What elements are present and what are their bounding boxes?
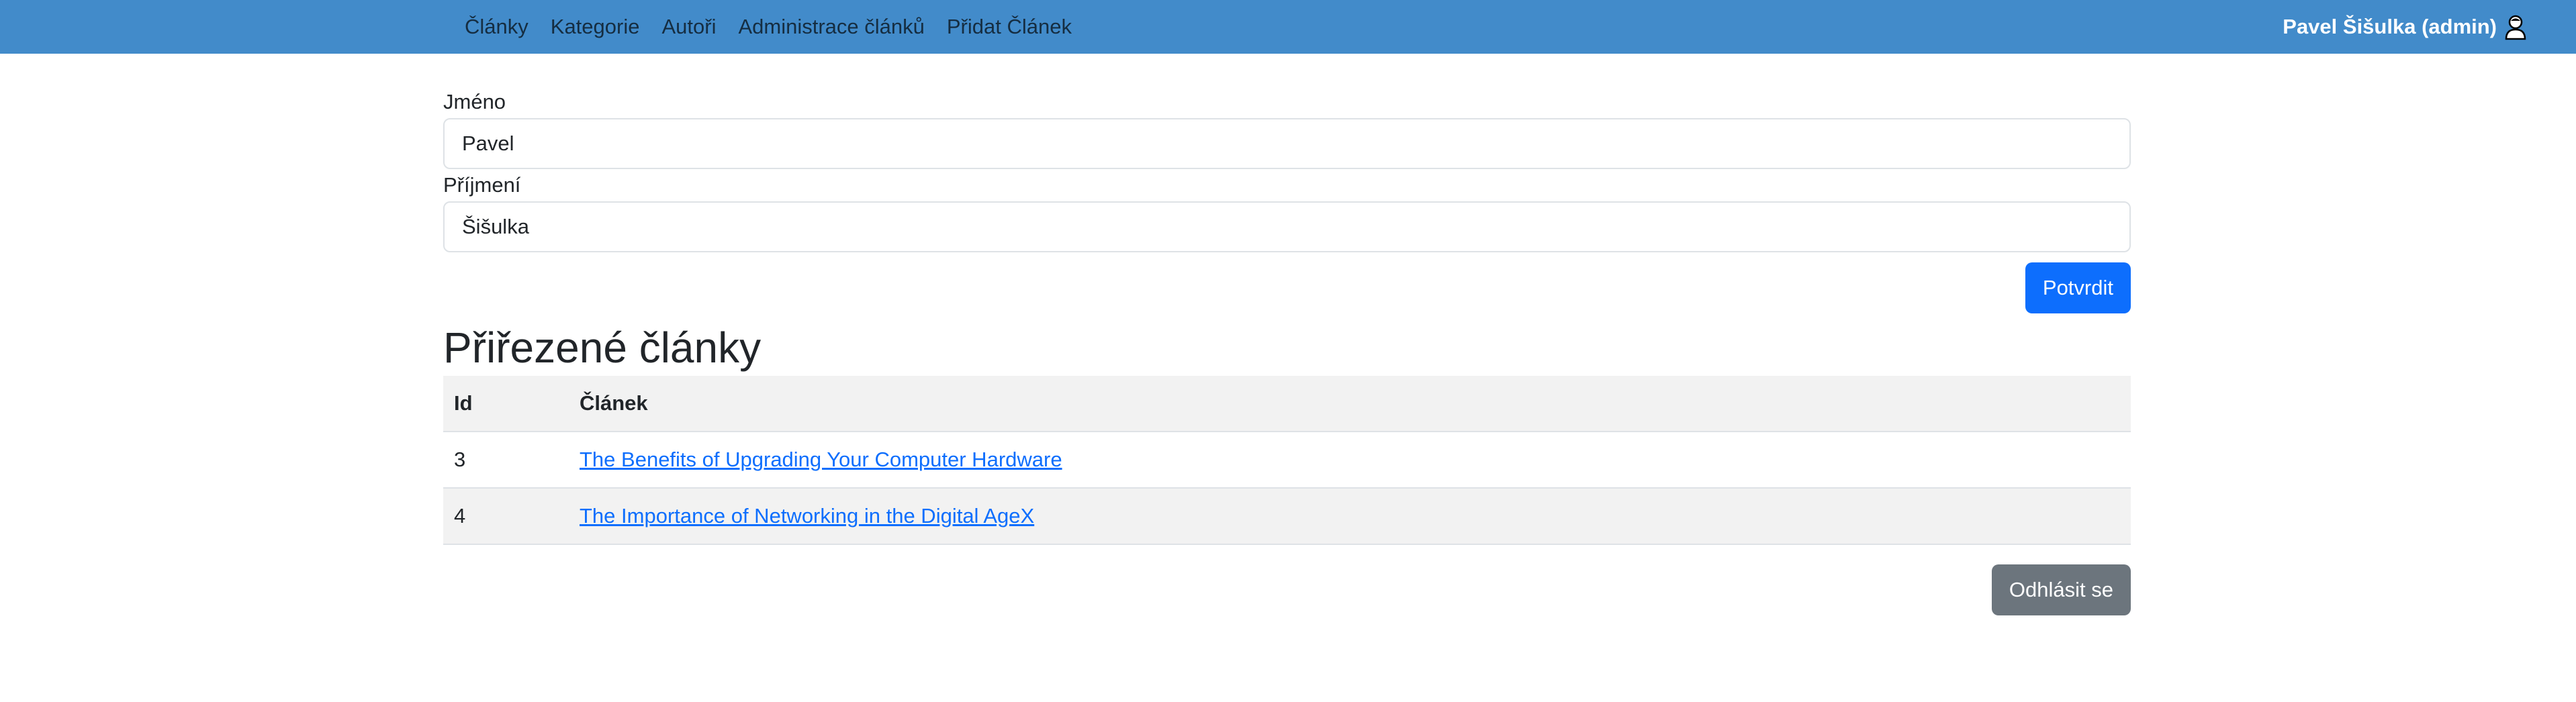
user-icon [2505, 15, 2526, 40]
assigned-articles-title: Přiřezené články [443, 323, 762, 372]
nav-link-pridat-clanek[interactable]: Přidat Článek [947, 15, 1072, 39]
nav-link-autori[interactable]: Autoři [661, 15, 716, 39]
first-name-group: Jméno [443, 86, 2131, 169]
last-name-label: Příjmení [443, 173, 521, 197]
table-row: 4 The Importance of Networking in the Di… [443, 488, 2131, 545]
first-name-input[interactable] [443, 118, 2131, 169]
last-name-input[interactable] [443, 201, 2131, 252]
nav-link-kategorie[interactable]: Kategorie [551, 15, 640, 39]
first-name-label: Jméno [443, 90, 506, 113]
article-cell: The Benefits of Upgrading Your Computer … [569, 432, 2131, 489]
article-cell: The Importance of Networking in the Digi… [569, 488, 2131, 545]
table-header-row: Id Článek [443, 376, 2131, 432]
submit-button[interactable]: Potvrdit [2025, 262, 2131, 313]
nav-link-administrace[interactable]: Administrace článků [738, 15, 924, 39]
article-id: 4 [443, 488, 569, 545]
article-id: 3 [443, 432, 569, 489]
article-link[interactable]: The Benefits of Upgrading Your Computer … [580, 448, 1062, 471]
logout-button[interactable]: Odhlásit se [1991, 564, 2131, 615]
articles-table: Id Článek 3 The Benefits of Upgrading Yo… [443, 376, 2131, 545]
last-name-group: Příjmení [443, 169, 2131, 252]
top-navbar: Články Kategorie Autoři Administrace člá… [0, 0, 2576, 54]
user-menu[interactable]: Pavel Šišulka (admin) [2283, 0, 2528, 54]
nav-link-clanky[interactable]: Články [465, 15, 528, 39]
column-header-id: Id [443, 376, 569, 432]
article-link[interactable]: The Importance of Networking in the Digi… [580, 504, 1034, 528]
user-name: Pavel Šišulka (admin) [2283, 15, 2497, 38]
table-row: 3 The Benefits of Upgrading Your Compute… [443, 432, 2131, 489]
column-header-article: Článek [569, 376, 2131, 432]
nav-links: Články Kategorie Autoři Administrace člá… [465, 0, 1094, 54]
